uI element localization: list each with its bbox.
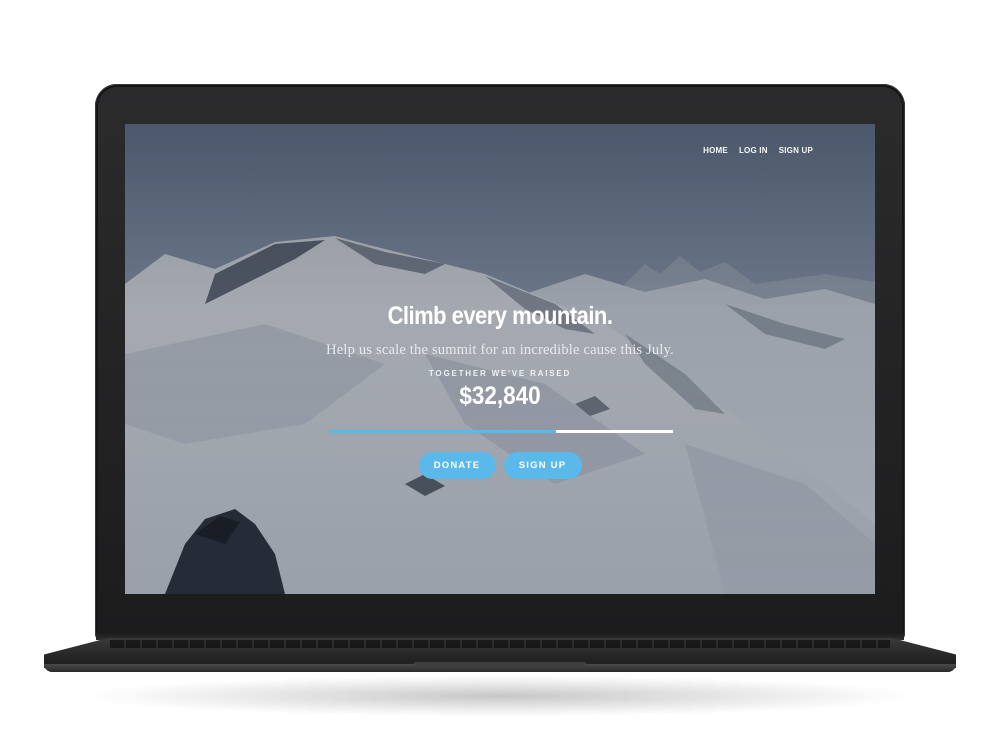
top-navigation: HOME LOG IN SIGN UP (703, 146, 813, 155)
fundraising-progress-bar (329, 430, 673, 433)
signup-button[interactable]: SIGN UP (503, 452, 582, 479)
nav-login-link[interactable]: LOG IN (739, 146, 768, 155)
hero-subline: Help us scale the summit for an incredib… (326, 342, 674, 358)
hero-headline: Climb every mountain. (387, 302, 613, 330)
hero-section: Climb every mountain. Help us scale the … (125, 300, 875, 411)
nav-home-link[interactable]: HOME (703, 146, 728, 155)
laptop-mockup: HOME LOG IN SIGN UP Climb every mountain… (0, 0, 1000, 750)
browser-screen: HOME LOG IN SIGN UP Climb every mountain… (125, 124, 875, 594)
raised-label: TOGETHER WE'VE RAISED (428, 369, 572, 378)
donate-button[interactable]: DONATE (418, 452, 496, 479)
raised-amount: $32,840 (459, 382, 541, 410)
keyboard-row (110, 640, 890, 648)
progress-fill (329, 430, 557, 433)
laptop-thumb-notch (414, 662, 586, 667)
nav-signup-link[interactable]: SIGN UP (779, 146, 813, 155)
laptop-shadow (90, 676, 910, 716)
cta-buttons: DONATE SIGN UP (125, 452, 875, 479)
